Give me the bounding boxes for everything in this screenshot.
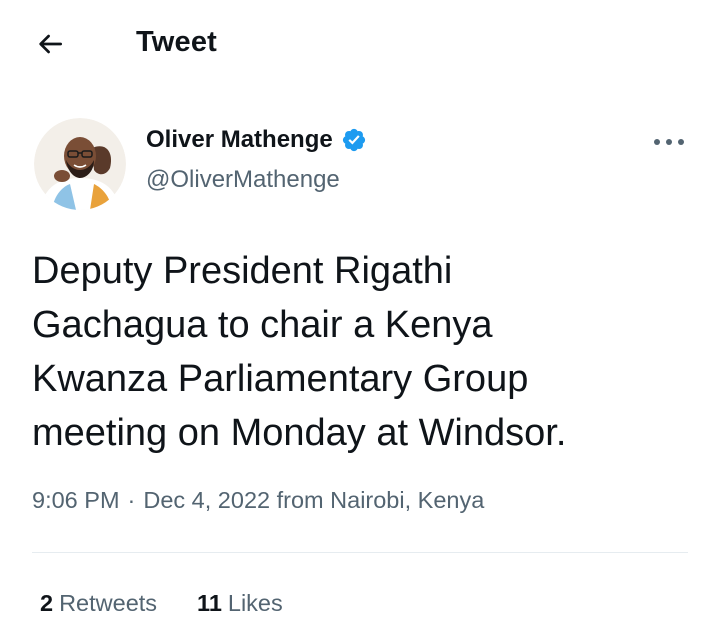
tweet-time[interactable]: 9:06 PM [32,487,120,513]
top-bar: Tweet [0,0,720,92]
likes-stat[interactable]: 11 Likes [197,590,283,617]
page-title: Tweet [136,26,218,58]
author-name[interactable]: Oliver Mathenge [146,126,367,154]
more-options-button[interactable] [648,128,690,156]
author-name-text: Oliver Mathenge [146,126,333,153]
tweet-stats: 2 Retweets 11 Likes [40,590,283,617]
avatar[interactable] [34,118,126,210]
verified-badge-icon [341,127,367,153]
likes-label: Likes [227,590,283,616]
tweet-location: from Nairobi, Kenya [276,487,485,513]
arrow-left-icon [34,28,66,65]
meta-separator: · [127,487,136,513]
likes-count: 11 [197,590,222,616]
back-button[interactable] [30,28,70,64]
retweets-stat[interactable]: 2 Retweets [40,590,157,617]
author-handle[interactable]: @OliverMathenge [146,166,340,194]
tweet-date[interactable]: Dec 4, 2022 [143,487,270,513]
tweet-text: Deputy President Rigathi Gachagua to cha… [32,250,567,454]
profile-photo [34,118,126,210]
retweets-count: 2 [40,590,54,616]
more-horizontal-icon [652,137,686,147]
tweet-meta: 9:06 PM · Dec 4, 2022 from Nairobi, Kenya [32,487,484,514]
divider [32,552,688,553]
retweets-label: Retweets [59,590,158,616]
